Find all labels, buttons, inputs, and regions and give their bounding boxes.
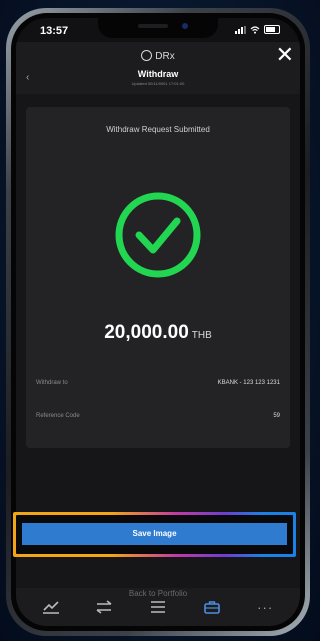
- updated-timestamp: Updated 00/11/0001 17:01:00: [131, 81, 185, 86]
- list-icon: [150, 601, 165, 613]
- tab-more[interactable]: ···: [251, 597, 279, 617]
- withdraw-to-label: Withdraw to: [36, 380, 68, 386]
- save-image-highlight-inner: Save Image: [16, 515, 293, 554]
- brand-icon: [141, 50, 153, 61]
- withdraw-result-card: Withdraw Request Submitted 20,000.00 THB …: [26, 107, 290, 448]
- tab-transfer[interactable]: [90, 597, 118, 617]
- tab-portfolio[interactable]: [198, 597, 226, 617]
- brand-logo: DRx: [16, 50, 300, 62]
- save-image-highlight: Save Image: [13, 512, 296, 557]
- reference-code-value: 59: [273, 413, 280, 419]
- brand-name: DRx: [155, 51, 175, 62]
- front-camera: [182, 23, 188, 29]
- tab-list[interactable]: [144, 597, 172, 617]
- line-chart-icon: [42, 601, 59, 614]
- tab-chart[interactable]: [37, 597, 65, 617]
- notch: [98, 18, 218, 38]
- back-to-portfolio-link[interactable]: Back to Portfolio: [16, 589, 300, 598]
- close-button[interactable]: ✕: [276, 44, 294, 66]
- reference-code-row: Reference Code 59: [36, 413, 280, 419]
- page-title: Withdraw: [137, 69, 179, 79]
- wifi-icon: [250, 25, 260, 34]
- withdraw-amount: 20,000.00 THB: [26, 322, 290, 344]
- signal-icon: [235, 25, 246, 34]
- briefcase-icon: [203, 601, 220, 614]
- more-dots-icon: ···: [257, 599, 274, 615]
- reference-code-label: Reference Code: [36, 413, 80, 419]
- status-icons: [235, 25, 280, 34]
- save-image-button[interactable]: Save Image: [22, 523, 287, 545]
- withdraw-to-value: KBANK - 123 123 1231: [217, 380, 280, 386]
- battery-icon: [264, 25, 280, 34]
- success-check-icon: [115, 192, 201, 278]
- withdraw-to-row: Withdraw to KBANK - 123 123 1231: [36, 380, 280, 386]
- modal-header: DRx ✕ ‹ Withdraw Updated 00/11/0001 17:0…: [16, 42, 300, 94]
- result-heading: Withdraw Request Submitted: [106, 125, 210, 134]
- transfer-arrows-icon: [96, 600, 112, 614]
- amount-value: 20,000.00: [104, 322, 189, 343]
- amount-currency: THB: [191, 330, 212, 341]
- status-time: 13:57: [40, 25, 69, 37]
- speaker-grille: [138, 24, 168, 28]
